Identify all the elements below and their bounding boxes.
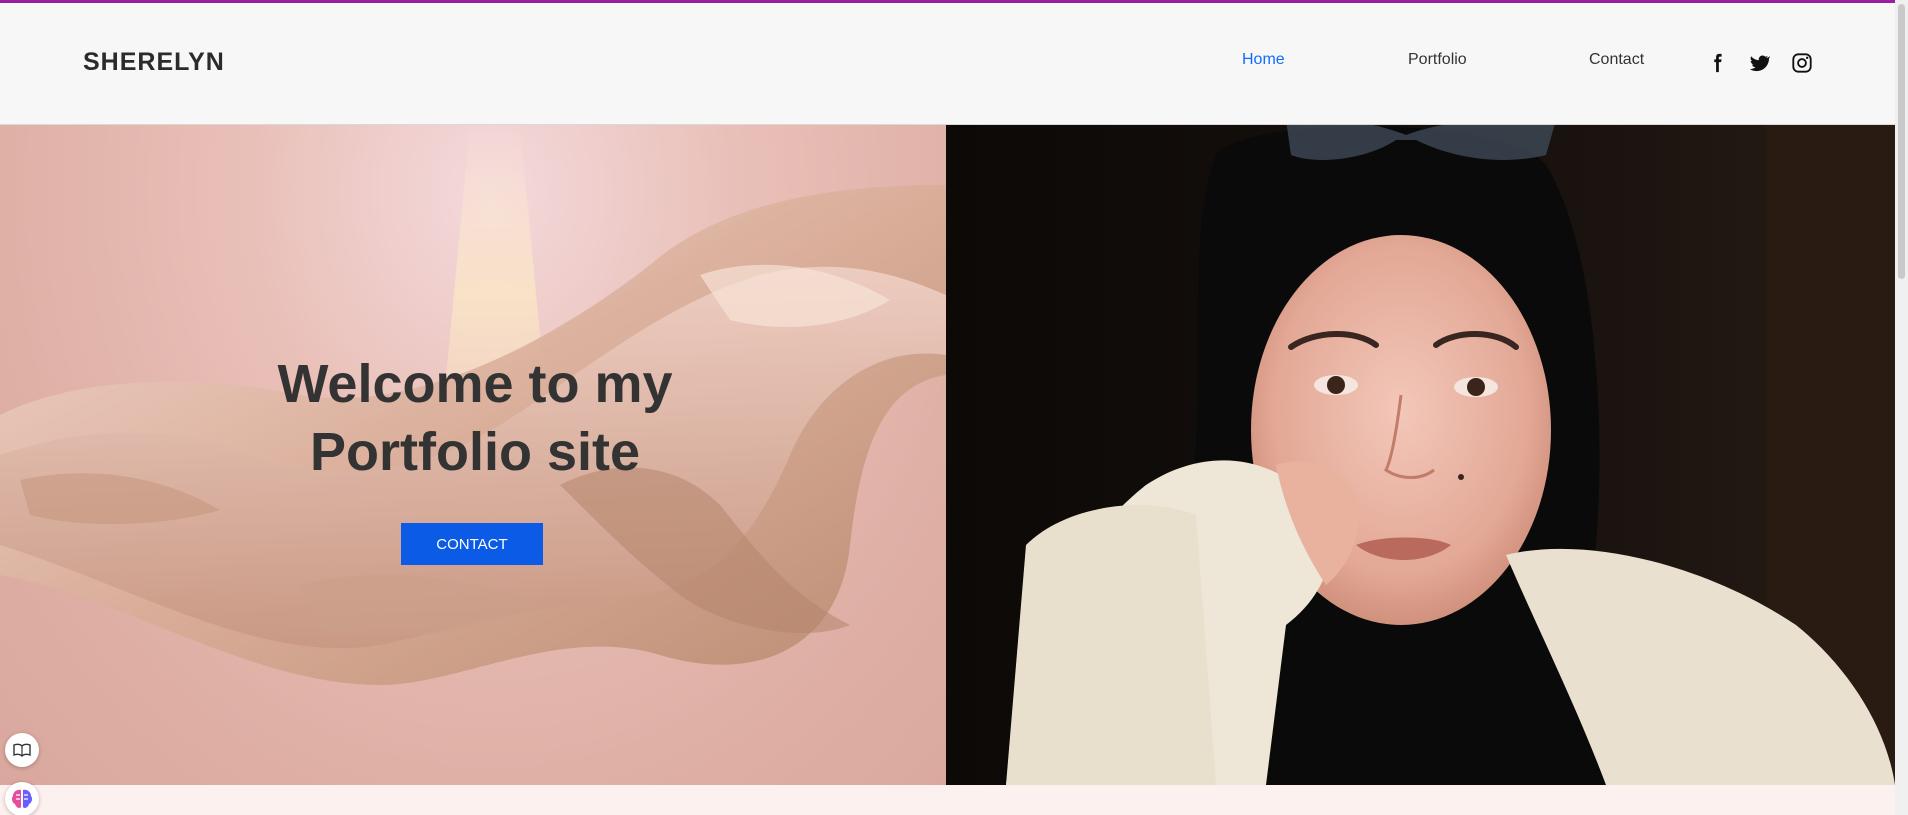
scrollbar-thumb[interactable] [1898, 4, 1905, 279]
twitter-icon[interactable] [1747, 51, 1771, 75]
contact-button[interactable]: CONTACT [401, 523, 543, 565]
brand-logo[interactable]: SHERELYN [83, 48, 225, 77]
brain-icon[interactable] [5, 782, 39, 815]
reader-icon[interactable] [5, 733, 39, 767]
hero-portrait-panel [946, 125, 1895, 785]
instagram-icon[interactable] [1790, 51, 1814, 75]
hero-left-panel: Welcome to my Portfolio site CONTACT [0, 125, 946, 785]
hero-headline: Welcome to my Portfolio site [240, 350, 710, 486]
facebook-icon[interactable] [1705, 51, 1729, 75]
page: SHERELYN Home Portfolio Contact Welcome … [0, 0, 1908, 815]
nav-home[interactable]: Home [1242, 51, 1285, 77]
nav-contact[interactable]: Contact [1589, 51, 1644, 77]
hero-headline-line2: Portfolio site [309, 422, 640, 482]
next-section-strip [0, 785, 1895, 815]
hero-headline-line1: Welcome to my [277, 354, 673, 414]
portrait-photo [946, 125, 1895, 785]
site-header: SHERELYN Home Portfolio Contact [0, 3, 1895, 125]
nav-portfolio[interactable]: Portfolio [1408, 51, 1467, 77]
